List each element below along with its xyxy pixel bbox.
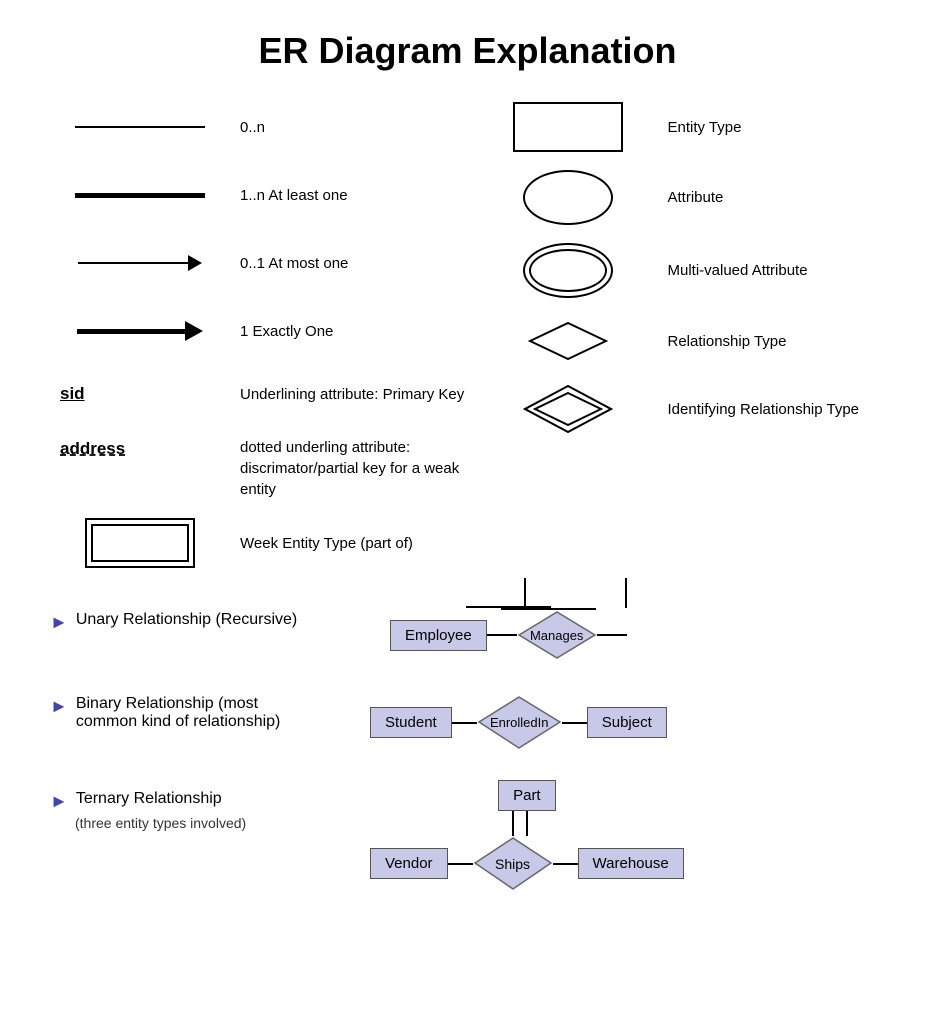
- symbol-ellipse: [468, 170, 668, 225]
- symbol-entity-rect: [468, 102, 668, 152]
- symbol-thin-arrow: [40, 255, 240, 271]
- symbol-double-diamond: [468, 384, 668, 434]
- legend-item-one: 1 Exactly One: [40, 306, 468, 356]
- symbol-thick-arrow: [40, 321, 240, 341]
- legend-item-relationship: Relationship Type: [468, 316, 896, 366]
- ternary-bullet: ►: [50, 791, 68, 812]
- binary-section: ► Binary Relationship (mostcommon kind o…: [40, 685, 895, 750]
- legend-item-one-n: 1..n At least one: [40, 170, 468, 220]
- unary-diagram: Employee Manages: [390, 606, 627, 660]
- label-attribute: Attribute: [668, 189, 896, 206]
- unary-label-text: Unary Relationship (Recursive): [76, 611, 297, 629]
- sid-text: sid: [60, 384, 85, 404]
- symbol-sid: sid: [40, 384, 240, 404]
- symbol-thick-line: [40, 193, 240, 198]
- legend-right: Entity Type Attribute Multi-valued Attri…: [468, 102, 896, 586]
- label-one: 1 Exactly One: [240, 323, 468, 340]
- page-title: ER Diagram Explanation: [40, 20, 895, 72]
- label-zero-n: 0..n: [240, 119, 468, 136]
- symbol-address: address: [40, 437, 240, 459]
- legend-item-zero-n: 0..n: [40, 102, 468, 152]
- symbol-diamond: [468, 321, 668, 361]
- legend-item-entity-type: Entity Type: [468, 102, 896, 152]
- binary-label: ► Binary Relationship (mostcommon kind o…: [50, 685, 330, 731]
- unary-section: ► Unary Relationship (Recursive): [40, 601, 895, 660]
- symbol-thin-line: [40, 126, 240, 128]
- symbol-weak-rect: [40, 518, 240, 568]
- label-address: dotted underling attribute:discrimator/p…: [240, 437, 468, 500]
- unary-employee-entity: Employee: [390, 620, 487, 651]
- ternary-part-entity: Part: [498, 780, 556, 811]
- legend-item-weak-entity: Week Entity Type (part of): [40, 518, 468, 568]
- unary-bullet: ►: [50, 612, 68, 633]
- legend-left: 0..n 1..n At least one 0..1 At most one: [40, 102, 468, 586]
- legend-item-zero-one: 0..1 At most one: [40, 238, 468, 288]
- label-weak-entity: Week Entity Type (part of): [240, 535, 468, 552]
- binary-diagram: Student EnrolledIn Subject: [370, 695, 667, 750]
- ternary-sublabel: (three entity types involved): [50, 815, 330, 831]
- ternary-ships-label: Ships: [473, 836, 553, 891]
- label-one-n: 1..n At least one: [240, 187, 468, 204]
- ternary-label: ► Ternary Relationship (three entity typ…: [50, 780, 330, 831]
- binary-enrolledin-label: EnrolledIn: [477, 695, 562, 750]
- legend-item-sid: sid Underlining attribute: Primary Key: [40, 374, 468, 414]
- binary-bullet: ►: [50, 696, 68, 717]
- unary-label: ► Unary Relationship (Recursive): [50, 601, 330, 633]
- unary-manages-label: Manages: [517, 610, 597, 660]
- legend-item-multi-valued: Multi-valued Attribute: [468, 243, 896, 298]
- legend-section: 0..n 1..n At least one 0..1 At most one: [40, 102, 895, 586]
- symbol-double-ellipse: [468, 243, 668, 298]
- label-multi-valued: Multi-valued Attribute: [668, 262, 896, 279]
- ternary-vendor-entity: Vendor: [370, 848, 448, 879]
- binary-student-entity: Student: [370, 707, 452, 738]
- label-sid: Underlining attribute: Primary Key: [240, 386, 468, 403]
- label-zero-one: 0..1 At most one: [240, 255, 468, 272]
- label-entity-type: Entity Type: [668, 119, 896, 136]
- legend-item-identifying-relationship: Identifying Relationship Type: [468, 384, 896, 434]
- ternary-label-text: Ternary Relationship: [76, 790, 222, 808]
- binary-subject-entity: Subject: [587, 707, 667, 738]
- ternary-warehouse-entity: Warehouse: [578, 848, 684, 879]
- label-identifying-relationship: Identifying Relationship Type: [668, 401, 896, 418]
- legend-item-address: address dotted underling attribute:discr…: [40, 432, 468, 500]
- legend-item-attribute: Attribute: [468, 170, 896, 225]
- address-text: address: [60, 439, 125, 459]
- binary-label-text: Binary Relationship (mostcommon kind of …: [76, 695, 281, 731]
- ternary-section: ► Ternary Relationship (three entity typ…: [40, 780, 895, 891]
- label-relationship: Relationship Type: [668, 333, 896, 350]
- ternary-diagram: Part Vendor Ships Warehouse: [370, 780, 684, 891]
